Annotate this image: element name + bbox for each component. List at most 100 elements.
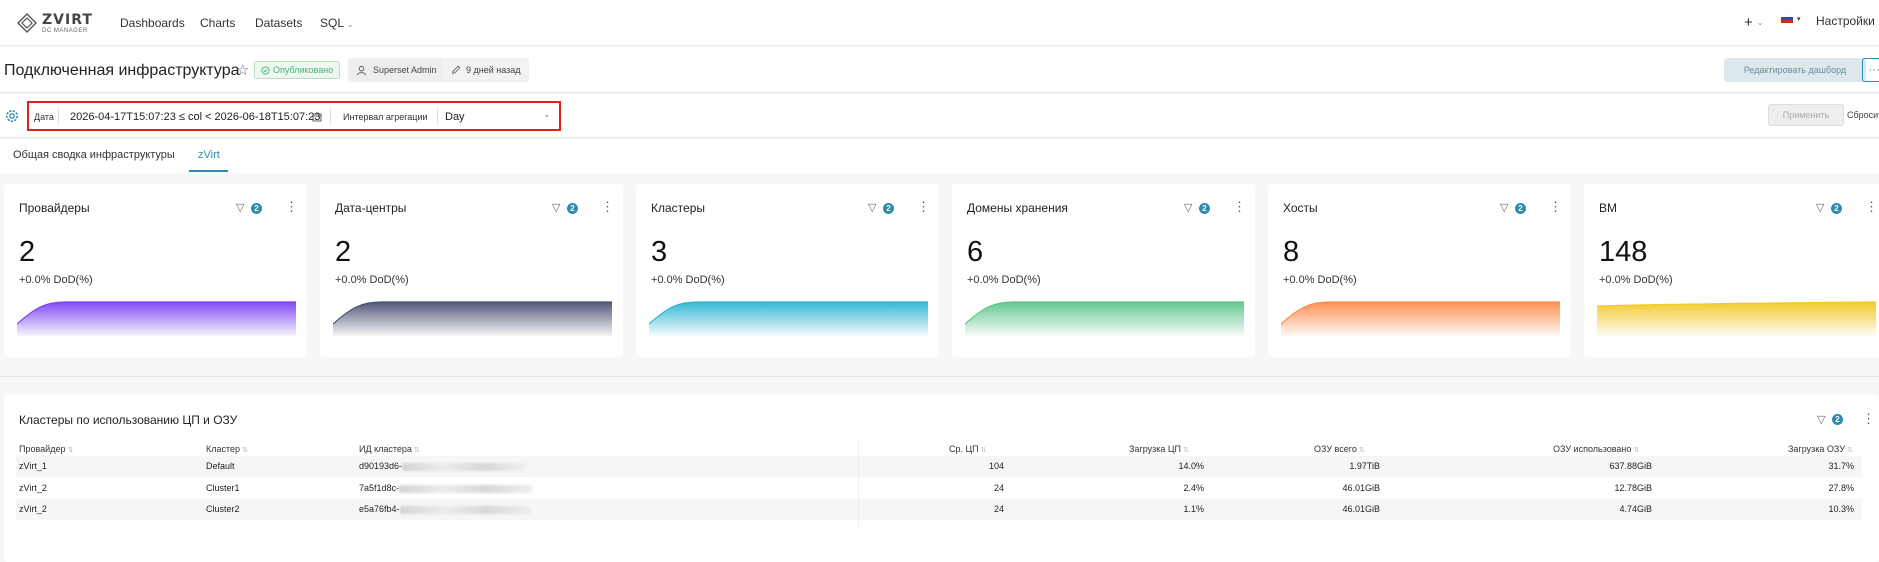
kebab-menu-icon[interactable]: ⋮ bbox=[601, 199, 614, 215]
gear-icon[interactable] bbox=[4, 108, 20, 124]
column-header-cluster[interactable]: Кластер ⇅ bbox=[206, 444, 248, 454]
column-header-ram-load[interactable]: Загрузка ОЗУ ⇅ bbox=[1788, 444, 1853, 454]
sort-icon: ⇅ bbox=[980, 447, 987, 454]
cell-cluster-id: 7a5f1d8c- bbox=[359, 483, 533, 493]
cell-cluster-id: d90193d6- bbox=[359, 461, 526, 471]
tab-zvirt[interactable]: zVirt bbox=[198, 149, 220, 161]
kebab-menu-icon[interactable]: ⋮ bbox=[1233, 199, 1246, 215]
reset-filters-button[interactable]: Сбросить bbox=[1847, 110, 1879, 120]
column-header-avg-cpu[interactable]: Ср. ЦП ⇅ bbox=[949, 444, 987, 454]
star-icon[interactable]: ☆ bbox=[236, 61, 249, 79]
date-filter-label: Дата bbox=[34, 112, 54, 122]
cell-cpu-load: 14.0% bbox=[1178, 461, 1204, 471]
sparkline-chart bbox=[649, 301, 928, 336]
filter-icon[interactable]: ▽ bbox=[552, 201, 560, 214]
column-header-label: ОЗУ использовано bbox=[1553, 444, 1632, 454]
redacted-text bbox=[402, 462, 526, 471]
cell-cluster: Cluster1 bbox=[206, 483, 240, 493]
nav-datasets[interactable]: Datasets bbox=[255, 16, 302, 30]
date-range-input[interactable]: 2026-04-17T15:07:23 ≤ col < 2026-06-18T1… bbox=[70, 111, 320, 123]
chevron-down-icon: ⌄ bbox=[346, 20, 354, 29]
cell-ram-total: 1.97TiB bbox=[1349, 461, 1380, 471]
filter-bar: Дата 2026-04-17T15:07:23 ≤ col < 2026-06… bbox=[0, 94, 1879, 138]
nav-charts[interactable]: Charts bbox=[200, 16, 235, 30]
kebab-menu-icon[interactable]: ⋮ bbox=[1862, 411, 1875, 427]
filter-icon[interactable]: ▽ bbox=[1817, 413, 1825, 426]
card-change: +0.0% DoD(%) bbox=[335, 274, 409, 286]
filter-count-badge: 2 bbox=[1515, 203, 1526, 214]
column-header-label: Загрузка ОЗУ bbox=[1788, 444, 1845, 454]
sort-icon: ⇅ bbox=[1358, 447, 1365, 454]
cell-cpu-load: 2.4% bbox=[1183, 483, 1204, 493]
kpi-card[interactable]: Кластеры ▽ 2 ⋮ 3 +0.0% DoD(%) bbox=[636, 184, 939, 357]
card-value: 2 bbox=[335, 236, 352, 268]
card-value: 3 bbox=[651, 236, 668, 268]
cell-ram-used: 12.78GiB bbox=[1614, 483, 1652, 493]
plus-icon: + bbox=[1744, 14, 1753, 31]
more-options-button[interactable]: ··· bbox=[1862, 58, 1879, 82]
top-navbar: ZVIRT DC MANAGER Dashboards Charts Datas… bbox=[0, 0, 1879, 46]
card-title: Домены хранения bbox=[967, 201, 1068, 215]
filter-icon[interactable]: ▽ bbox=[1184, 201, 1192, 214]
kpi-card[interactable]: Дата-центры ▽ 2 ⋮ 2 +0.0% DoD(%) bbox=[320, 184, 623, 357]
column-header-provider[interactable]: Провайдер ⇅ bbox=[19, 444, 73, 454]
kebab-menu-icon[interactable]: ⋮ bbox=[285, 199, 298, 215]
filter-icon[interactable]: ▽ bbox=[236, 201, 244, 214]
logo-title: ZVIRT bbox=[42, 11, 93, 28]
kpi-card[interactable]: Провайдеры ▽ 2 ⋮ 2 +0.0% DoD(%) bbox=[4, 184, 307, 357]
kpi-card[interactable]: ВМ ▽ 2 ⋮ 148 +0.0% DoD(%) bbox=[1584, 184, 1879, 357]
column-header-cpu-load[interactable]: Загрузка ЦП ⇅ bbox=[1129, 444, 1189, 454]
published-label: Опубликовано bbox=[273, 65, 334, 75]
calendar-icon[interactable] bbox=[312, 112, 322, 122]
kebab-menu-icon[interactable]: ⋮ bbox=[917, 199, 930, 215]
table-row[interactable]: zVirt_2 Cluster2 e5a76fb4- 24 1.1% 46.01… bbox=[16, 499, 1862, 520]
dashboard-tabs: Общая сводка инфраструктуры zVirt bbox=[0, 139, 1879, 173]
user-icon bbox=[356, 65, 367, 75]
column-header-cluster-id[interactable]: ИД кластера ⇅ bbox=[359, 444, 420, 454]
card-title: Кластеры bbox=[651, 201, 705, 215]
cell-cluster: Default bbox=[206, 461, 235, 471]
kpi-card[interactable]: Домены хранения ▽ 2 ⋮ 6 +0.0% DoD(%) bbox=[952, 184, 1255, 357]
kpi-card[interactable]: Хосты ▽ 2 ⋮ 8 +0.0% DoD(%) bbox=[1268, 184, 1571, 357]
kebab-menu-icon[interactable]: ⋮ bbox=[1549, 199, 1562, 215]
filter-icon[interactable]: ▽ bbox=[1500, 201, 1508, 214]
filter-icon[interactable]: ▽ bbox=[1816, 201, 1824, 214]
cell-ram-load: 31.7% bbox=[1828, 461, 1854, 471]
nav-dashboards[interactable]: Dashboards bbox=[120, 16, 185, 30]
tab-infrastructure-summary[interactable]: Общая сводка инфраструктуры bbox=[13, 149, 175, 161]
aggregation-select[interactable]: Day bbox=[445, 111, 465, 123]
sort-icon: ⇅ bbox=[67, 447, 74, 454]
divider bbox=[330, 107, 331, 125]
apply-filters-button[interactable]: Применить bbox=[1768, 104, 1844, 126]
logo-icon bbox=[17, 13, 37, 33]
column-header-ram-used[interactable]: ОЗУ использовано ⇅ bbox=[1553, 444, 1639, 454]
sort-icon: ⇅ bbox=[1846, 447, 1853, 454]
chevron-down-icon[interactable]: ⌄ bbox=[543, 109, 551, 120]
section-divider bbox=[0, 376, 1879, 377]
sort-icon: ⇅ bbox=[242, 447, 248, 454]
column-header-label: Загрузка ЦП bbox=[1129, 444, 1182, 454]
settings-menu[interactable]: Настройки ⌄ bbox=[1816, 14, 1879, 28]
kebab-menu-icon[interactable]: ⋮ bbox=[1865, 199, 1878, 215]
filter-icon[interactable]: ▽ bbox=[868, 201, 876, 214]
cell-ram-used: 4.74GiB bbox=[1619, 504, 1652, 514]
cluster-id-prefix: d90193d6- bbox=[359, 461, 403, 471]
table-row[interactable]: zVirt_2 Cluster1 7a5f1d8c- 24 2.4% 46.01… bbox=[16, 478, 1862, 499]
column-header-ram-total[interactable]: ОЗУ всего ⇅ bbox=[1314, 444, 1365, 454]
card-value: 8 bbox=[1283, 236, 1300, 268]
logo-subtitle: DC MANAGER bbox=[42, 27, 88, 34]
language-menu[interactable]: ▾ bbox=[1781, 14, 1801, 23]
card-title: Дата-центры bbox=[335, 201, 407, 215]
cell-avg-cpu: 24 bbox=[993, 504, 1004, 514]
cell-ram-used: 637.88GiB bbox=[1609, 461, 1652, 471]
logo[interactable]: ZVIRT DC MANAGER bbox=[16, 11, 93, 35]
cell-cluster-id: e5a76fb4- bbox=[359, 504, 531, 514]
published-badge[interactable]: Опубликовано bbox=[254, 61, 341, 79]
cell-ram-load: 27.8% bbox=[1828, 483, 1854, 493]
table-row[interactable]: zVirt_1 Default d90193d6- 104 14.0% 1.97… bbox=[16, 456, 1862, 477]
nav-sql[interactable]: SQL ⌄ bbox=[320, 16, 354, 30]
edit-dashboard-button[interactable]: Редактировать дашборд bbox=[1724, 58, 1866, 82]
add-menu[interactable]: + ⌄ bbox=[1744, 14, 1763, 31]
sort-icon: ⇅ bbox=[1633, 447, 1640, 454]
table-title: Кластеры по использованию ЦП и ОЗУ bbox=[19, 413, 238, 427]
